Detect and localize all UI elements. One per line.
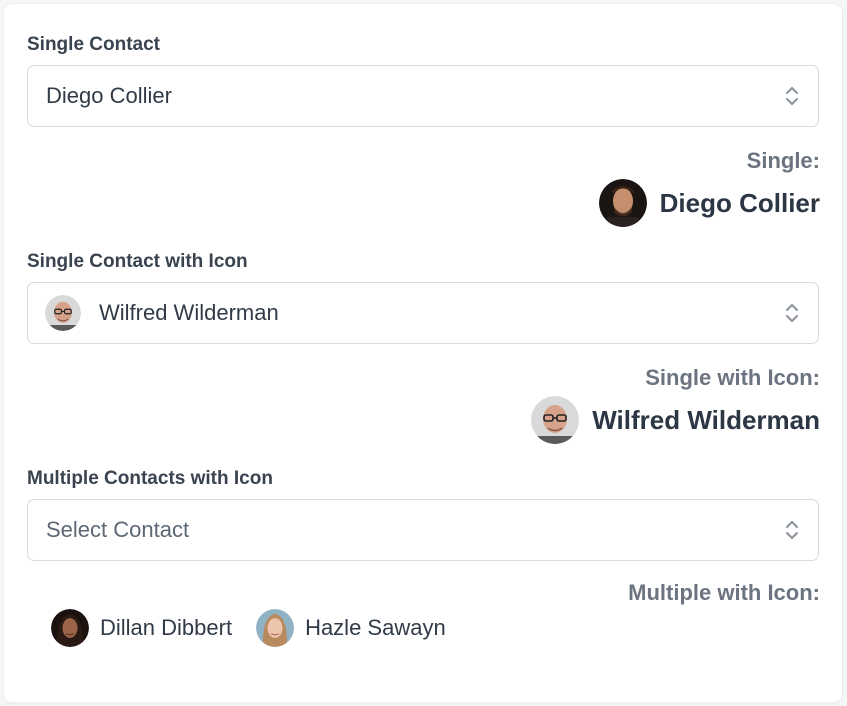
single-contact-label: Single Contact — [27, 34, 161, 55]
chevron-up-down-icon — [786, 521, 798, 539]
single-contact-select[interactable]: Diego Collier — [27, 65, 819, 127]
person-avatar-icon — [45, 295, 81, 331]
multiple-result-caption: Multiple with Icon: — [628, 580, 820, 605]
single-icon-result-caption: Single with Icon: — [645, 365, 820, 390]
single-contact-icon-label: Single Contact with Icon — [27, 251, 248, 272]
multiple-contacts-select[interactable]: Select Contact — [27, 499, 819, 561]
multiple-contacts-label: Multiple Contacts with Icon — [27, 468, 273, 489]
list-item: Dillan Dibbert — [51, 609, 232, 647]
chevron-up-down-icon — [786, 87, 798, 105]
list-item-name: Hazle Sawayn — [305, 615, 446, 640]
single-contact-icon-select[interactable]: Wilfred Wilderman — [27, 282, 819, 344]
list-item: Hazle Sawayn — [256, 609, 446, 647]
person-avatar-icon — [256, 609, 295, 647]
multiple-result-list: Dillan Dibbert Hazle Sawayn — [51, 609, 470, 647]
single-result: Diego Collier — [598, 179, 820, 227]
multiple-contacts-placeholder: Select Contact — [46, 517, 190, 542]
contact-select-card: Single Contact Diego Collier Single: Die… — [4, 4, 842, 702]
person-avatar-icon — [598, 179, 647, 227]
single-icon-result: Wilfred Wilderman — [531, 396, 820, 444]
person-avatar-icon — [51, 609, 89, 647]
single-contact-icon-value: Wilfred Wilderman — [99, 300, 279, 325]
single-icon-result-name: Wilfred Wilderman — [592, 404, 820, 435]
single-result-caption: Single: — [746, 148, 820, 173]
single-result-name: Diego Collier — [659, 187, 820, 218]
chevron-up-down-icon — [786, 304, 798, 322]
list-item-name: Dillan Dibbert — [100, 615, 233, 640]
person-avatar-icon — [531, 396, 580, 444]
single-contact-value: Diego Collier — [46, 83, 172, 108]
